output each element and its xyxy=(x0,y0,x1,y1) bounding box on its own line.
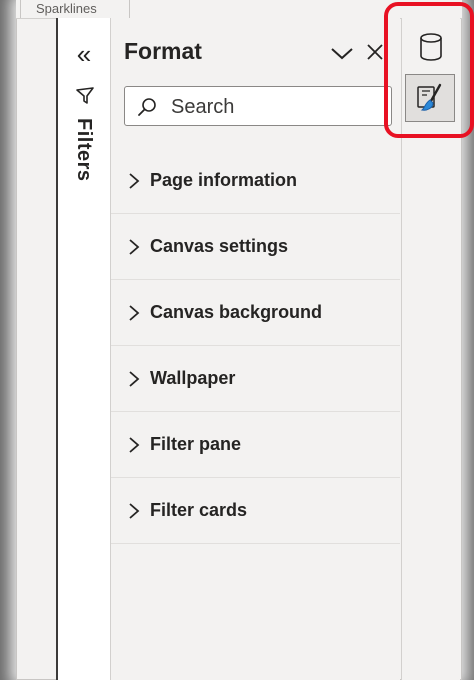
chevron-right-icon xyxy=(129,371,140,387)
filter-funnel-icon[interactable] xyxy=(75,86,95,106)
section-canvas-background[interactable]: Canvas background xyxy=(111,280,400,346)
ribbon-divider xyxy=(129,0,130,18)
section-label: Filter pane xyxy=(150,434,242,454)
chevron-right-icon xyxy=(129,437,140,453)
section-label: Filter cards xyxy=(150,500,248,520)
close-icon[interactable] xyxy=(365,41,385,63)
data-pane-button[interactable] xyxy=(414,28,448,66)
section-label: Wallpaper xyxy=(150,368,236,388)
format-pane: Format Page information xyxy=(111,18,400,680)
filters-pane-collapsed: « Filters xyxy=(58,18,111,680)
app-frame: Sparklines « Filters Format Search Page … xyxy=(16,0,474,680)
chevron-right-icon xyxy=(129,503,140,519)
section-filter-cards[interactable]: Filter cards xyxy=(111,478,400,544)
search-icon xyxy=(138,98,156,116)
section-page-information[interactable]: Page information xyxy=(111,148,400,214)
format-paintbrush-icon xyxy=(417,83,442,111)
data-cylinder-icon xyxy=(420,33,442,61)
search-box[interactable] xyxy=(124,86,392,126)
chevron-right-icon xyxy=(129,173,140,189)
ribbon-divider xyxy=(20,0,21,18)
section-label: Canvas background xyxy=(150,302,323,322)
section-label: Canvas settings xyxy=(150,236,289,256)
section-label: Page information xyxy=(150,170,298,190)
collapse-filters-button[interactable]: « xyxy=(70,40,98,68)
ribbon-remnant: Sparklines xyxy=(16,0,462,19)
pane-switcher-rail xyxy=(401,18,460,680)
section-canvas-settings[interactable]: Canvas settings xyxy=(111,214,400,280)
format-pane-button[interactable] xyxy=(405,74,455,122)
section-filter-pane[interactable]: Filter pane xyxy=(111,412,400,478)
section-wallpaper[interactable]: Wallpaper xyxy=(111,346,400,412)
chevron-down-icon[interactable] xyxy=(329,42,355,64)
filters-label[interactable]: Filters xyxy=(72,118,95,182)
double-chevron-left-icon: « xyxy=(76,39,92,69)
search-input[interactable] xyxy=(169,93,388,121)
page-title: Format xyxy=(124,38,202,64)
chevron-right-icon xyxy=(129,239,140,255)
ribbon-sparklines-label[interactable]: Sparklines xyxy=(36,1,97,16)
chevron-right-icon xyxy=(129,305,140,321)
format-sections-list: Page information Canvas settings Canvas … xyxy=(111,148,400,544)
